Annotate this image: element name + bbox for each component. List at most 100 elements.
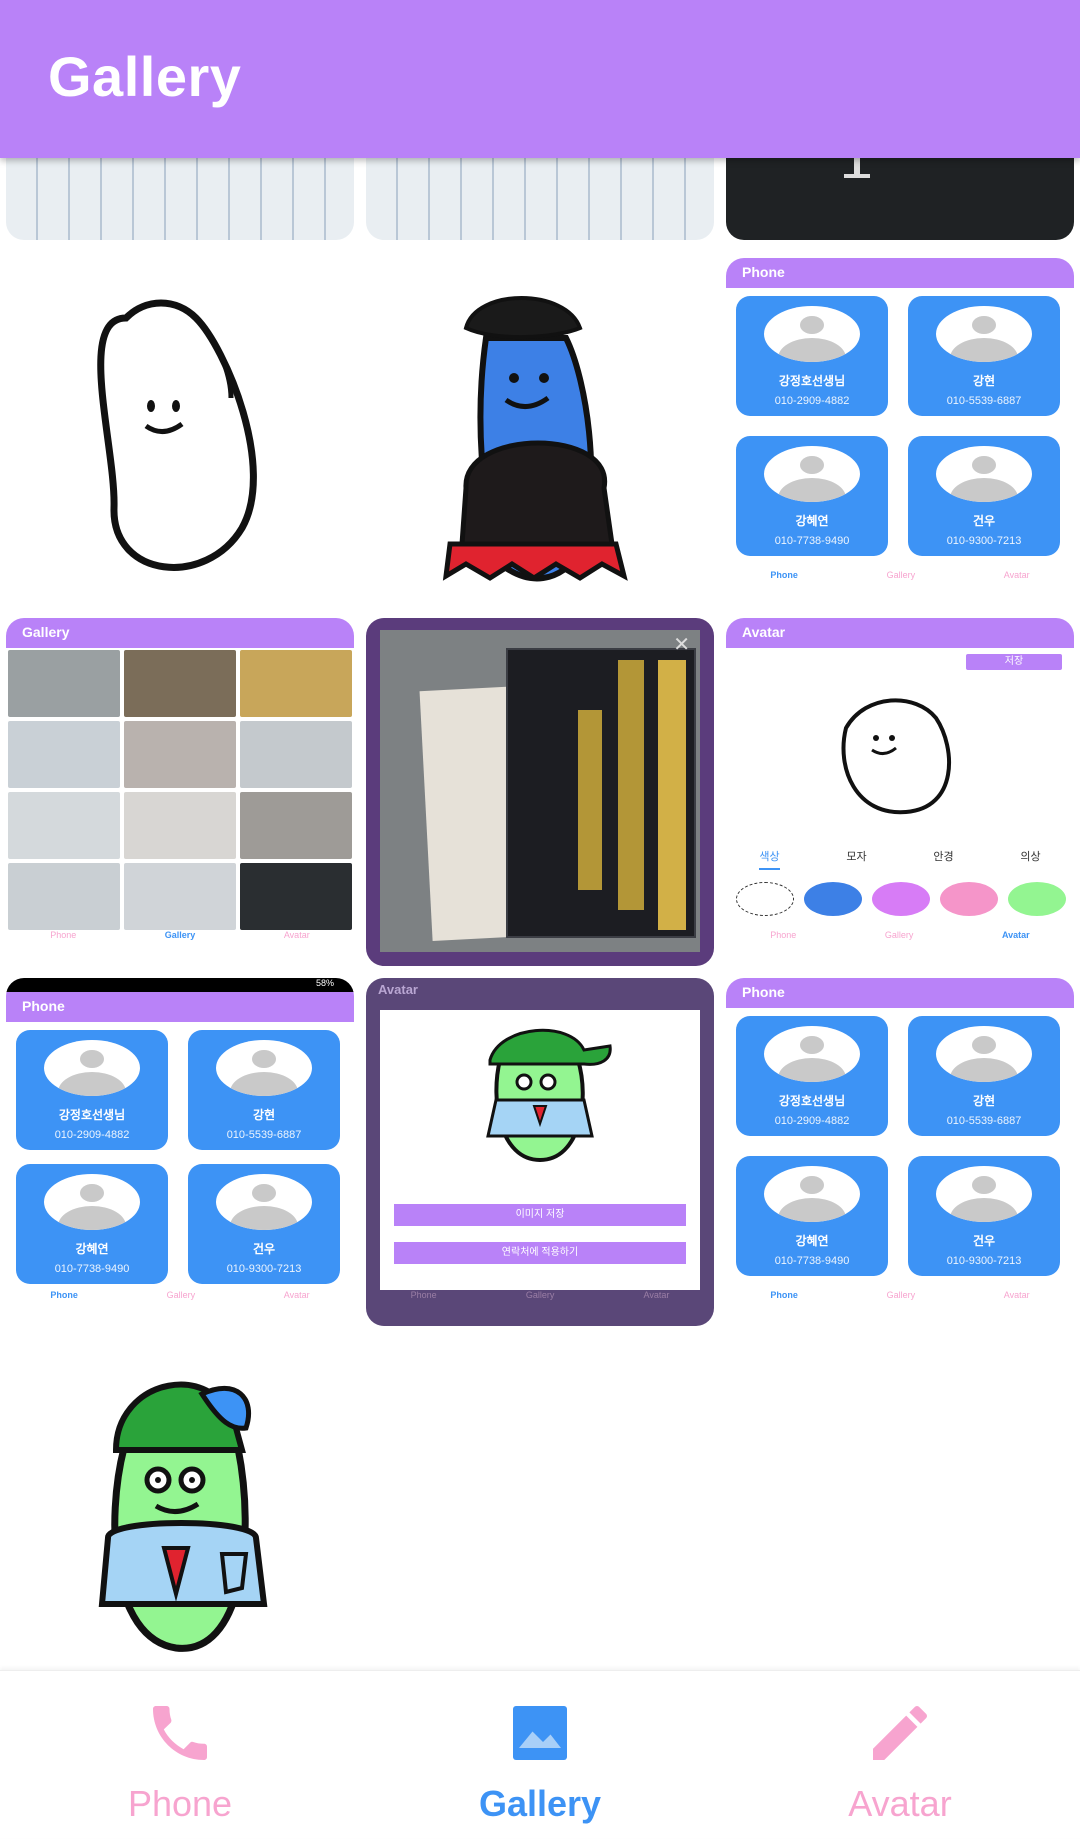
mini-nav-phone: Phone [770,1290,798,1300]
contact-phone: 010-7738-9490 [774,535,850,547]
tab-outfit: 의상 [1020,851,1041,863]
nav-phone[interactable]: Phone [0,1671,360,1839]
mini-nav-avatar: Avatar [1001,930,1030,940]
contact-phone: 010-2909-4882 [774,1115,850,1127]
nav-gallery[interactable]: Gallery [360,1671,720,1839]
gallery-photo-dark-screen[interactable] [726,158,1074,240]
contact-phone: 010-7738-9490 [54,1263,130,1275]
tab-color: 색상 [759,848,780,870]
mini-bottom-nav: Phone Gallery Avatar [726,930,1074,960]
contact-name: 강현 [252,1108,276,1122]
photo-shirt [506,648,696,938]
shirt-print [658,660,686,930]
contact-card: 건우 010-9300-7213 [908,1156,1060,1276]
save-button: 저장 [966,654,1062,670]
gallery-photo-lined-paper[interactable] [6,158,354,240]
contact-card: 강혜연 010-7738-9490 [16,1164,168,1284]
contact-name: 강현 [972,1094,996,1108]
pencil-icon [873,1705,928,1760]
contact-phone: 010-9300-7213 [226,1263,302,1275]
mini-nav-gallery: Gallery [886,570,916,580]
gallery-photo-lined-paper[interactable] [366,158,714,240]
mini-nav-avatar: Avatar [1003,1290,1030,1300]
shirt-print [618,660,644,910]
gallery-photo-phone-screenshot-3[interactable]: Phone 강정호선생님 010-2909-4882 강현 010-5539-6… [726,978,1074,1326]
contact-phone: 010-2909-4882 [774,395,850,407]
avatar-placeholder-icon [764,306,860,362]
avatar-placeholder-icon [216,1174,312,1230]
shirt-print [578,710,602,890]
contact-name: 건우 [252,1242,276,1256]
bean-character-icon [97,299,257,571]
contact-name: 강정호선생님 [778,1094,846,1108]
avatar-placeholder-icon [936,1166,1032,1222]
contact-card: 강혜연 010-7738-9490 [736,1156,888,1276]
contact-name: 강혜연 [795,514,829,528]
contact-phone: 010-5539-6887 [946,1115,1022,1127]
mini-nav-avatar: Avatar [283,1290,310,1300]
contact-card: 건우 010-9300-7213 [188,1164,340,1284]
mini-nav-gallery: Gallery [886,1290,916,1300]
gallery-grid[interactable]: Phone 강정호선생님 010-2909-4882 강현 010-5539-6… [0,158,1080,1670]
contact-card: 건우 010-9300-7213 [908,436,1060,556]
contact-name: 강정호선생님 [58,1108,126,1122]
mini-bottom-nav: Phone Gallery Avatar [6,930,354,960]
mini-app-bar-dim: Avatar [378,982,418,997]
mini-bottom-nav: Phone Gallery Avatar [726,1290,1074,1320]
nav-phone-label: Phone [127,1783,233,1824]
gallery-photo-avatar-dialog[interactable]: Avatar 이미지 저장 연락처에 적용하기 Phone Gallery Av… [366,978,714,1326]
mini-nav-phone: Phone [770,930,797,940]
contact-phone: 010-5539-6887 [226,1129,302,1141]
close-icon: ✕ [673,634,690,656]
mini-app-bar: Phone [726,258,1074,288]
mini-nav-phone: Phone [770,570,798,580]
contact-name: 강정호선생님 [778,374,846,388]
avatar-placeholder-icon [936,1026,1032,1082]
mini-nav-phone: Phone [410,1290,437,1300]
mini-app-bar: Phone [726,978,1074,1008]
color-swatch-white [736,882,794,916]
mini-nav-gallery: Gallery [164,930,196,940]
mini-photo-grid [8,650,352,930]
avatar-green-bean-icon [44,1040,140,1096]
mini-bottom-nav: Phone Gallery Avatar [366,1290,714,1320]
mini-app-bar: Avatar [726,618,1074,648]
avatar-placeholder-icon [216,1040,312,1096]
avatar-placeholder-icon [936,446,1032,502]
avatar-placeholder-icon [764,1166,860,1222]
gallery-photo-bean-white[interactable] [6,258,354,606]
avatar-placeholder-icon [44,1174,140,1230]
gallery-photo-phone-screenshot-2[interactable]: 58% Phone 강정호선생님 010-2909-4882 강현 010-55… [6,978,354,1326]
contact-name: 건우 [972,1234,996,1248]
gallery-photo-avatar-screenshot[interactable]: Avatar 저장 색상 모자 안경 의상 Phone Gallery Avat… [726,618,1074,966]
mini-bottom-nav: Phone Gallery Avatar [6,1290,354,1320]
contact-name: 강혜연 [75,1242,109,1256]
phone-icon [153,1706,207,1760]
color-swatch-blue [804,882,862,916]
green-bean-avatar-icon [486,1028,612,1163]
gallery-photo-phone-screenshot[interactable]: Phone 강정호선생님 010-2909-4882 강현 010-5539-6… [726,258,1074,606]
bottom-navigation: Phone Gallery Avatar [0,1670,1080,1838]
dialog-box: 이미지 저장 연락처에 적용하기 [380,1010,700,1290]
mini-app-bar: Gallery [6,618,354,648]
gallery-photo-bean-green[interactable] [6,1338,354,1670]
color-swatch-purple [872,882,930,916]
contact-phone: 010-9300-7213 [946,1255,1022,1267]
gallery-photo-bean-blue[interactable] [366,258,714,606]
gallery-photo-shirt[interactable]: ✕ [366,618,714,966]
avatar-tabs: 색상 모자 안경 의상 [726,848,1074,870]
contact-phone: 010-7738-9490 [774,1255,850,1267]
bean-avatar-icon [841,698,952,815]
contact-card: 강정호선생님 010-2909-4882 [736,296,888,416]
contact-phone: 010-5539-6887 [946,395,1022,407]
page-title: Gallery [48,45,242,108]
dark-screen-mark [844,174,870,178]
contact-card: 강혜연 010-7738-9490 [736,436,888,556]
contact-phone: 010-9300-7213 [946,535,1022,547]
mini-nav-avatar: Avatar [1003,570,1030,580]
gallery-photo-gallery-screenshot[interactable]: Gallery Phone Gallery Avatar [6,618,354,966]
nav-gallery-label: Gallery [478,1783,602,1824]
nav-avatar[interactable]: Avatar [720,1671,1080,1839]
mini-status-bar: 58% [6,978,354,992]
gallery-icon [513,1706,567,1760]
